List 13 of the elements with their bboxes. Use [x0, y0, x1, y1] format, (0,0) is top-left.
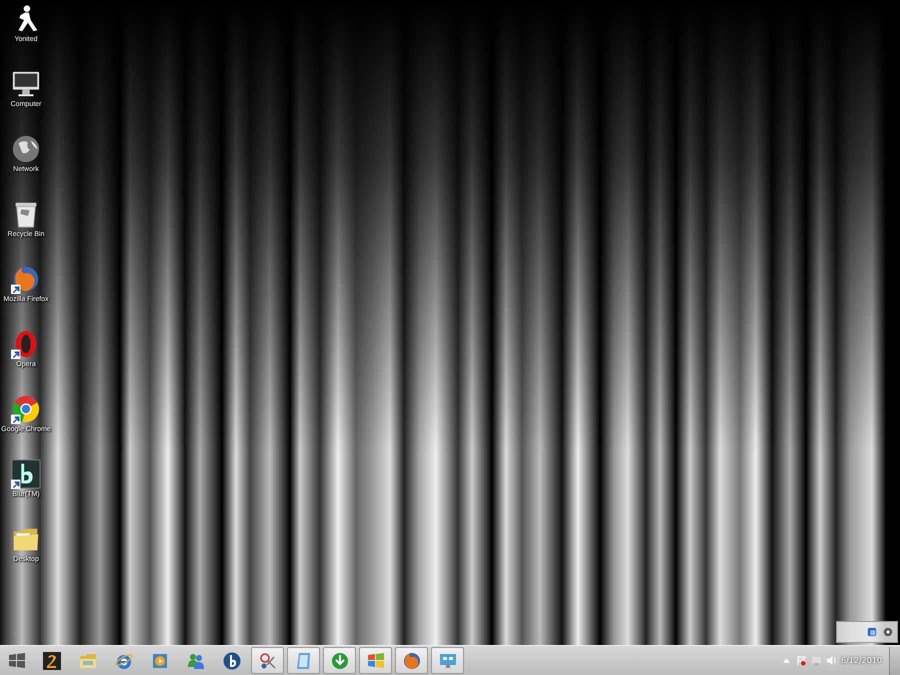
fox-globe-icon[interactable] [11, 264, 41, 294]
scissors-icon [258, 650, 278, 670]
number-two-icon [42, 650, 62, 670]
taskbar-button[interactable] [395, 647, 428, 674]
computer-icon[interactable] [11, 69, 41, 99]
letter-b-icon[interactable] [11, 459, 41, 489]
windows-flag-icon [366, 650, 386, 670]
fox-globe-icon [402, 650, 422, 670]
chrome-ball-icon[interactable] [11, 394, 41, 424]
letter-b-icon [222, 650, 242, 670]
globe-icon[interactable] [11, 134, 41, 164]
action-center-flag-icon[interactable] [796, 655, 807, 666]
windows-flag-icon [7, 650, 27, 670]
